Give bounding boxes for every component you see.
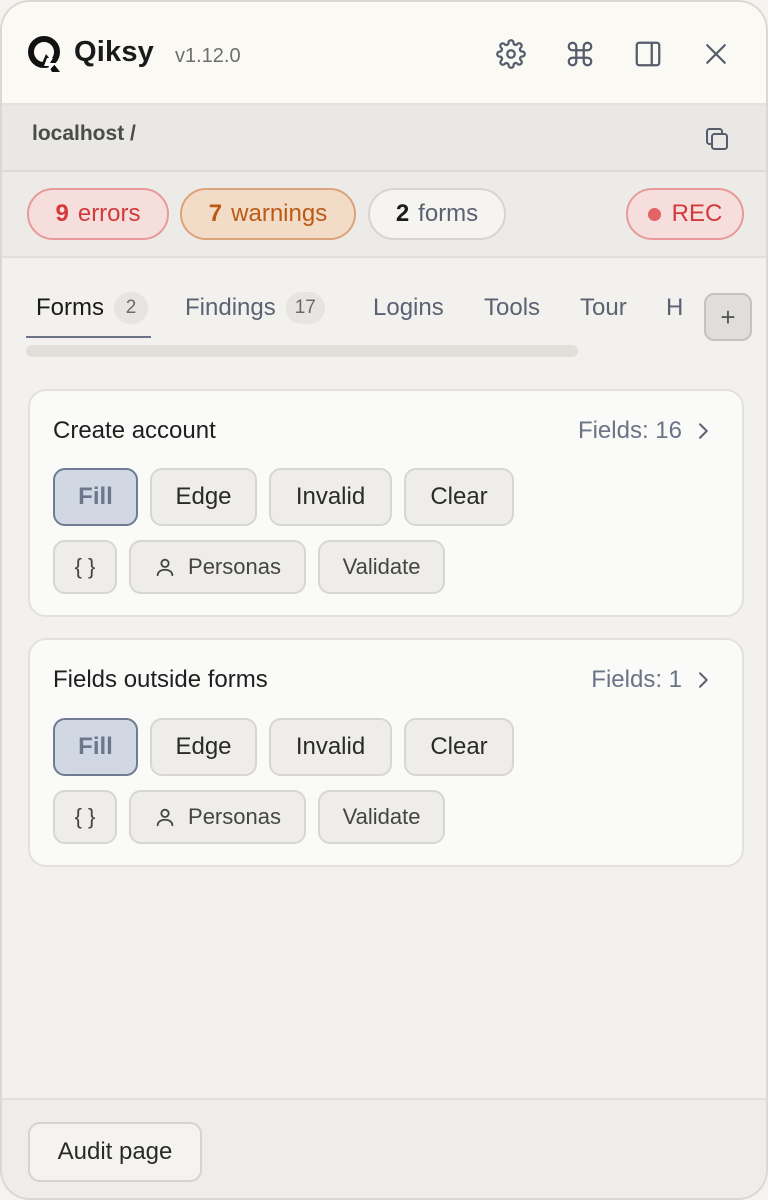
- tab-overflow[interactable]: H: [666, 288, 683, 328]
- json-button[interactable]: { }: [53, 790, 117, 844]
- tab-label: Findings: [185, 294, 276, 321]
- tab-label: Tour: [580, 294, 627, 321]
- page-url: localhost /: [32, 122, 136, 145]
- tab-label: H: [666, 294, 684, 321]
- forms-count: 2: [395, 200, 410, 227]
- url-bar: localhost /: [2, 105, 766, 172]
- personas-label: Personas: [188, 804, 281, 829]
- sidebar-toggle-button[interactable]: [630, 36, 666, 72]
- errors-pill[interactable]: 9 errors: [27, 188, 169, 240]
- form-card: Create account Fields: 16 Fill Edge Inva…: [28, 389, 744, 617]
- gear-icon: [496, 39, 526, 69]
- personas-button[interactable]: Personas: [129, 540, 306, 594]
- command-button[interactable]: [562, 36, 598, 72]
- tab-scrollbar[interactable]: [26, 345, 578, 357]
- tab-label: Logins: [373, 294, 444, 321]
- sidebar-toggle-icon: [635, 41, 661, 67]
- tab-count-badge: 17: [285, 292, 325, 324]
- edge-button[interactable]: Edge: [150, 468, 257, 526]
- copy-icon[interactable]: [702, 124, 732, 154]
- json-button[interactable]: { }: [53, 540, 117, 594]
- active-tab-indicator: [26, 336, 151, 338]
- audit-page-button[interactable]: Audit page: [28, 1122, 202, 1182]
- card-title: Create account: [53, 417, 216, 444]
- fields-count: Fields: 16: [577, 417, 682, 444]
- version-label: v1.12.0: [175, 45, 241, 67]
- warnings-count: 7: [208, 200, 223, 227]
- tab-bar: Forms 2 Findings 17 Logins Tools Tour H …: [2, 258, 766, 368]
- errors-label: errors: [77, 200, 141, 227]
- personas-button[interactable]: Personas: [129, 790, 306, 844]
- person-icon: [156, 558, 174, 577]
- brand-name: Qiksy: [74, 36, 154, 68]
- warnings-pill[interactable]: 7 warnings: [180, 188, 356, 240]
- fill-button[interactable]: Fill: [53, 468, 138, 526]
- tab-forms[interactable]: Forms 2: [36, 288, 148, 328]
- fill-button[interactable]: Fill: [53, 718, 138, 776]
- tab-tools[interactable]: Tools: [484, 288, 540, 328]
- edge-button[interactable]: Edge: [150, 718, 257, 776]
- tab-logins[interactable]: Logins: [373, 288, 444, 328]
- forms-label: forms: [418, 200, 479, 227]
- tab-count-badge: 2: [114, 292, 148, 324]
- card-title: Fields outside forms: [53, 666, 268, 693]
- warnings-label: warnings: [231, 200, 328, 227]
- close-button[interactable]: [698, 36, 734, 72]
- validate-button[interactable]: Validate: [318, 790, 445, 844]
- errors-count: 9: [55, 200, 69, 227]
- clear-button[interactable]: Clear: [404, 718, 514, 776]
- person-icon: [156, 808, 174, 827]
- qiksy-logo-icon: [28, 36, 60, 74]
- command-icon: [567, 41, 593, 67]
- record-label: REC: [671, 200, 723, 227]
- status-row: 9 errors 7 warnings 2 forms REC: [2, 172, 766, 258]
- settings-button[interactable]: [493, 36, 529, 72]
- fields-count-link[interactable]: Fields: 1: [591, 666, 712, 694]
- chevron-right-icon: [699, 423, 708, 439]
- tab-tour[interactable]: Tour: [580, 288, 627, 328]
- form-card: Fields outside forms Fields: 1 Fill Edge…: [28, 638, 744, 867]
- footer: Audit page: [2, 1098, 766, 1198]
- chevron-right-icon: [699, 672, 708, 688]
- fields-count-link[interactable]: Fields: 16: [578, 417, 712, 445]
- forms-pill[interactable]: 2 forms: [368, 188, 506, 240]
- clear-button[interactable]: Clear: [404, 468, 514, 526]
- tab-label: Tools: [484, 294, 541, 321]
- record-dot-icon: [647, 207, 661, 221]
- validate-button[interactable]: Validate: [318, 540, 445, 594]
- close-icon: [706, 44, 726, 64]
- fields-count: Fields: 1: [591, 666, 682, 693]
- tab-findings[interactable]: Findings 17: [185, 288, 325, 328]
- add-tab-button[interactable]: +: [704, 293, 752, 341]
- tab-label: Forms: [36, 294, 104, 321]
- qiksy-panel: Qiksy v1.12.0 localhost / 9 errors 7 war…: [0, 0, 768, 1200]
- invalid-button[interactable]: Invalid: [269, 468, 392, 526]
- invalid-button[interactable]: Invalid: [269, 718, 392, 776]
- personas-label: Personas: [188, 554, 281, 579]
- record-button[interactable]: REC: [626, 188, 744, 240]
- header: Qiksy v1.12.0: [2, 2, 766, 105]
